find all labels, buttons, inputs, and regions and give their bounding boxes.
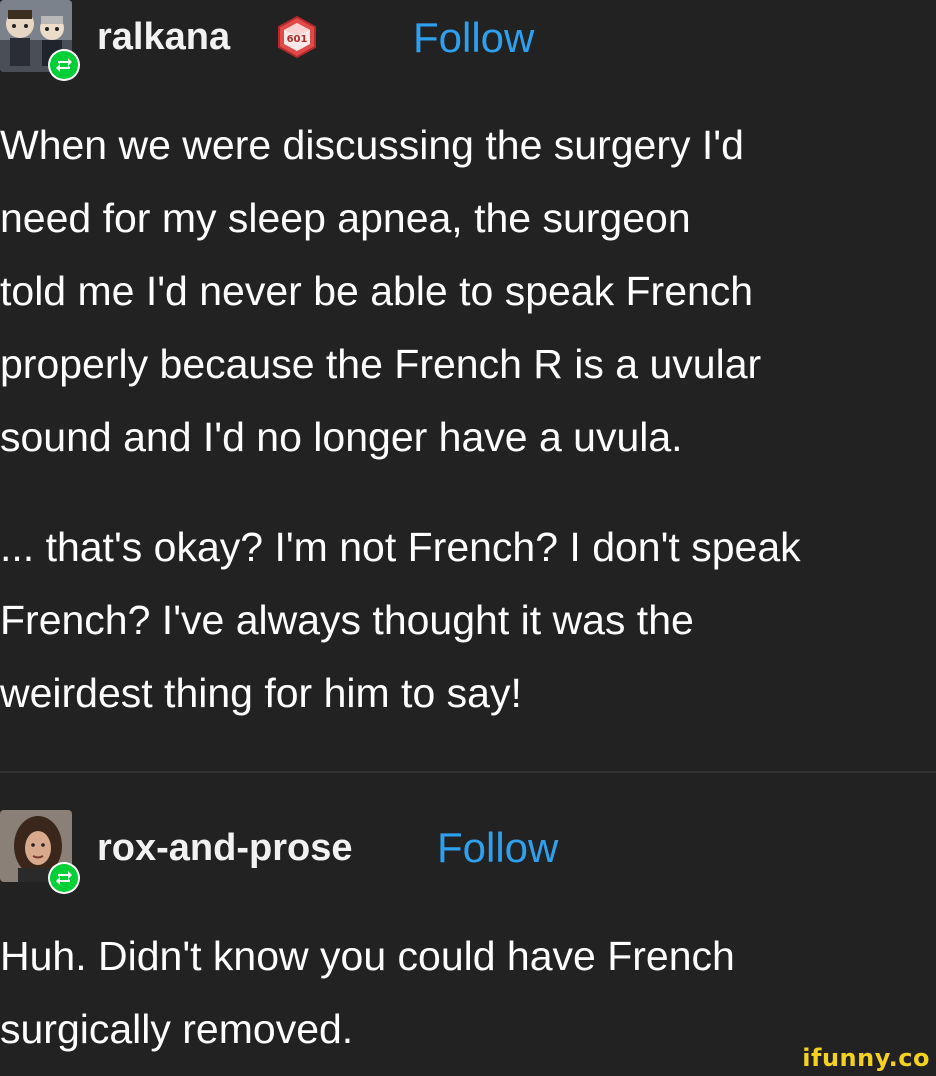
text-line: need for my sleep apnea, the surgeon [0,195,691,241]
d20-badge-icon: 601 [274,14,320,60]
ifunny-watermark: ifunny.co [802,1044,930,1072]
reblog-icon [48,49,80,81]
post-paragraph: Huh. Didn't know you could have French s… [0,920,735,1066]
reblog-icon [48,862,80,894]
divider [0,771,936,773]
follow-button[interactable]: Follow [437,824,558,872]
username[interactable]: ralkana [97,16,230,59]
text-line: When we were discussing the surgery I'd [0,122,744,168]
post-paragraph: When we were discussing the surgery I'd … [0,109,761,474]
username[interactable]: rox-and-prose [97,827,352,870]
text-line: told me I'd never be able to speak Frenc… [0,268,754,314]
text-line: ... that's okay? I'm not French? I don't… [0,524,801,570]
post-paragraph: ... that's okay? I'm not French? I don't… [0,511,801,730]
badge-text: 601 [287,34,308,45]
post-header: ralkana 601 Follow [0,0,936,81]
text-line: properly because the French R is a uvula… [0,341,762,387]
post-header: rox-and-prose Follow [0,810,936,894]
text-line: surgically removed. [0,1006,354,1052]
text-line: weirdest thing for him to say! [0,670,522,716]
text-line: Huh. Didn't know you could have French [0,933,735,979]
text-line: sound and I'd no longer have a uvula. [0,414,683,460]
text-line: French? I've always thought it was the [0,597,694,643]
follow-button[interactable]: Follow [413,14,534,62]
